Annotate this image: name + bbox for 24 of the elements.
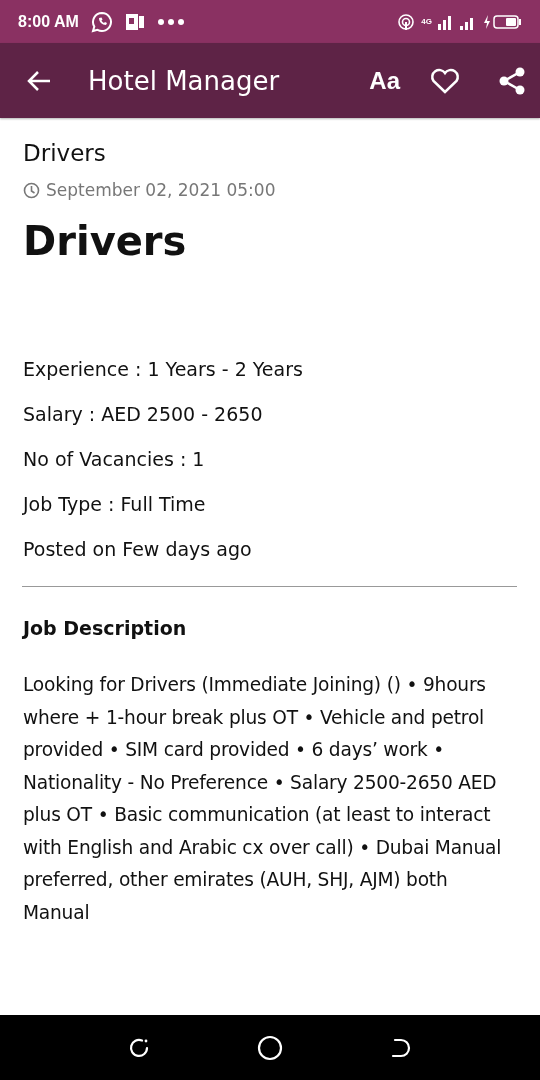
app-title: Hotel Manager [88,65,280,96]
status-time: 8:00 AM [18,12,79,31]
back-button[interactable] [26,69,52,92]
job-title: Drivers [23,218,188,264]
app-icon [124,11,145,32]
job-detail: Experience : 1 Years - 2 Years [23,360,304,379]
hotspot-icon [397,12,416,31]
section-heading: Job Description [23,617,188,639]
job-detail: Posted on Few days ago [23,540,253,559]
clock-icon [23,181,40,199]
post-date: September 02, 2021 05:00 [46,180,276,200]
job-description: Looking for Drivers (Immediate Joining) () • 9hours where + 1-hour break plus OT • Vehicle and petrol provided • SIM card provided • 6 days’ work • Nationality - No Preference • Salary 2500-2650 AED plus OT • Basic communication (at least to interact with English and Arabic cx over call) • Dubai Manual preferred, other emirates (AUH, SHJ, AJM) both Manual [23,673,503,925]
heart-icon[interactable] [430,67,460,94]
network-type: 4G [421,17,432,26]
more-icon [156,17,185,26]
job-detail: Job Type : Full Time [23,495,207,514]
share-icon[interactable] [498,66,526,95]
home-button[interactable] [257,1034,283,1061]
category-label: Drivers [23,140,107,166]
job-detail: No of Vacancies : 1 [23,450,206,469]
chat-icon [90,10,113,33]
font-size-button[interactable]: Aa [369,66,400,95]
battery-icon [484,13,522,30]
job-detail: Salary : AED 2500 - 2650 [23,405,264,424]
